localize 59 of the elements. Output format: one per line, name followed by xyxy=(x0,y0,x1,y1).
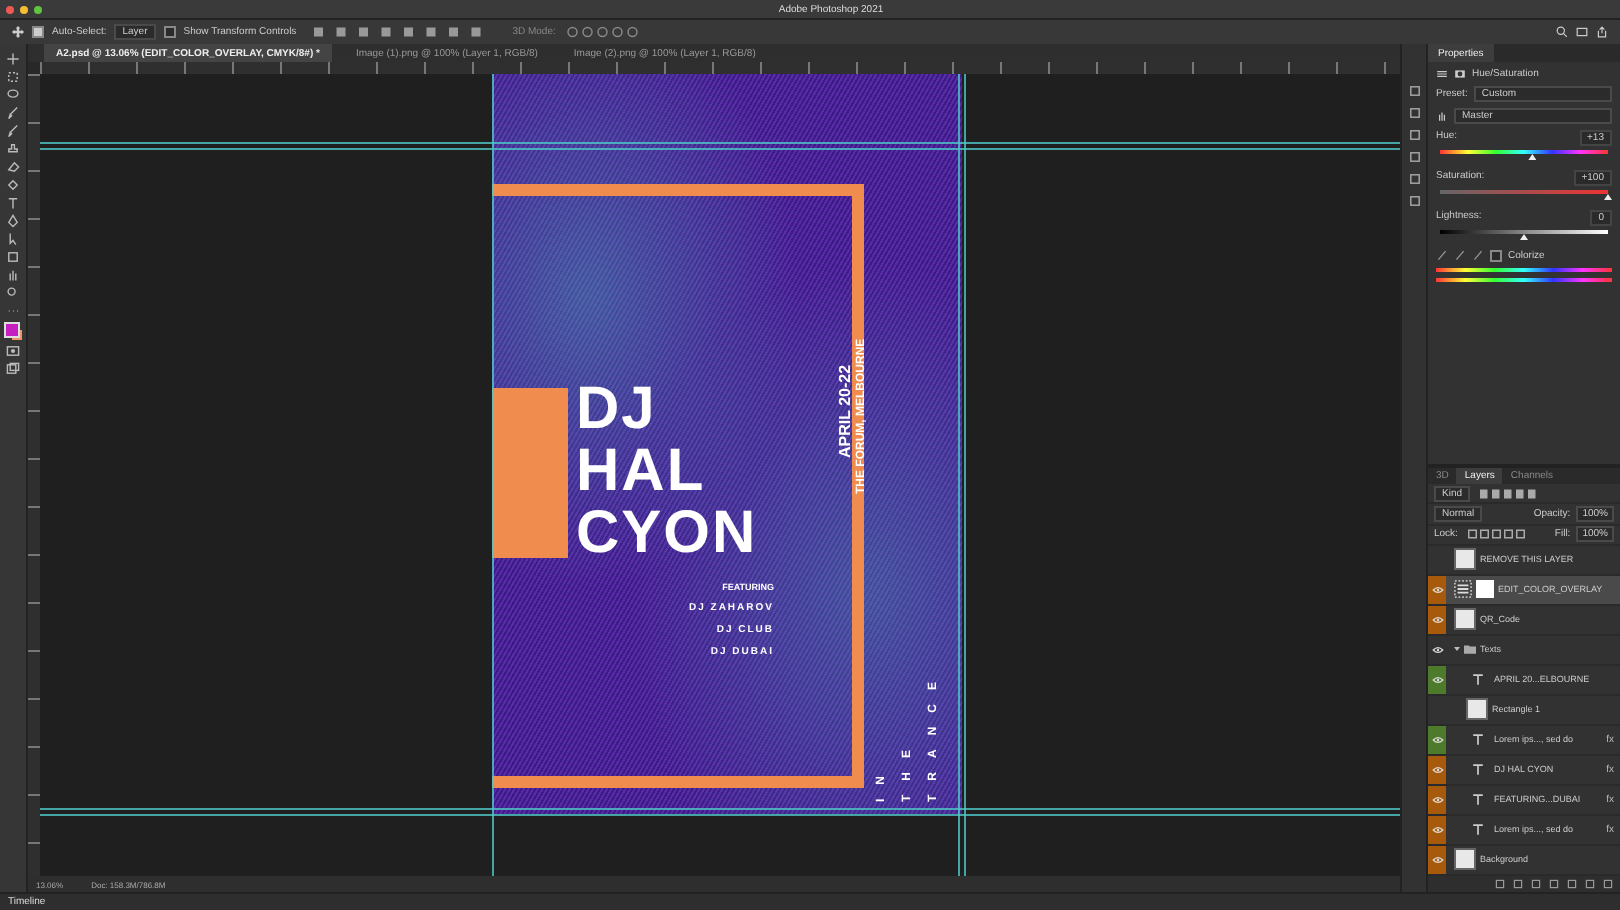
layer-color-label[interactable] xyxy=(1428,785,1446,814)
poster-title-line: CYON xyxy=(576,502,758,564)
quick-mask-icon[interactable] xyxy=(6,344,20,358)
eraser-tool-icon[interactable] xyxy=(6,160,20,174)
layer-color-label[interactable] xyxy=(1428,815,1446,844)
caret-icon[interactable] xyxy=(1454,646,1460,653)
eye-icon[interactable] xyxy=(1431,645,1443,654)
folder-icon xyxy=(1464,644,1476,655)
layer-color-label[interactable] xyxy=(1428,605,1446,634)
slider-thumb[interactable] xyxy=(1604,194,1612,200)
layer-thumbnail xyxy=(1466,698,1488,721)
color-swatches[interactable] xyxy=(4,322,22,340)
poster-title-line: DJ xyxy=(576,378,659,440)
zoom-tool-icon[interactable] xyxy=(6,286,20,300)
share-icon[interactable] xyxy=(1596,26,1608,38)
layer-color-label[interactable] xyxy=(1428,665,1446,694)
layer-thumbnail xyxy=(1454,608,1476,631)
poster-title-line: HAL xyxy=(576,440,708,502)
colorize-checkbox[interactable] xyxy=(1490,250,1502,262)
brush-tool-icon[interactable] xyxy=(6,124,20,138)
brush-tool-icon[interactable] xyxy=(6,106,20,120)
layer-thumbnail xyxy=(1454,848,1476,871)
transform-controls-checkbox[interactable] xyxy=(163,26,176,38)
layer-color-label[interactable] xyxy=(1428,755,1446,784)
layer-color-label[interactable] xyxy=(1428,845,1446,874)
event-date: APRIL 20-22 xyxy=(836,364,854,458)
pen-tool-icon[interactable] xyxy=(6,214,20,228)
text-layer-icon xyxy=(1472,673,1484,686)
search-icon[interactable] xyxy=(1556,26,1568,38)
adjustment-layer-icon xyxy=(1454,580,1472,599)
3d-mode-icons[interactable] xyxy=(563,26,644,38)
close-icon[interactable] xyxy=(6,5,14,13)
text-layer-icon xyxy=(1472,763,1484,776)
marquee-tool-icon[interactable] xyxy=(6,70,20,84)
move-icon[interactable] xyxy=(12,26,24,38)
bucket-tool-icon[interactable] xyxy=(6,178,20,192)
text-layer-icon xyxy=(1472,793,1484,806)
auto-select-checkbox[interactable] xyxy=(32,26,44,38)
maximize-icon[interactable] xyxy=(34,5,42,13)
screen-mode-icon[interactable] xyxy=(6,362,20,376)
layer-mask-thumbnail xyxy=(1476,580,1494,599)
rect-tool-icon[interactable] xyxy=(6,250,20,264)
mask-icon[interactable] xyxy=(1454,68,1466,80)
slider-track[interactable] xyxy=(1440,190,1608,200)
slider-thumb[interactable] xyxy=(1520,234,1528,240)
text-tool-icon[interactable] xyxy=(6,196,20,210)
workspace-icon[interactable] xyxy=(1576,26,1588,38)
move-tool-icon[interactable] xyxy=(6,52,20,66)
dots-tool-icon[interactable] xyxy=(6,304,20,318)
stamp-tool-icon[interactable] xyxy=(6,142,20,156)
minimize-icon[interactable] xyxy=(20,5,28,13)
adjustment-icon xyxy=(1436,68,1448,80)
layer-color-label[interactable] xyxy=(1428,725,1446,754)
layer-thumbnail xyxy=(1454,548,1476,571)
text-layer-icon xyxy=(1472,733,1484,746)
slider-thumb[interactable] xyxy=(1528,154,1537,160)
lasso-tool-icon[interactable] xyxy=(6,88,20,102)
layer-color-label[interactable] xyxy=(1428,575,1446,604)
text-layer-icon xyxy=(1472,823,1484,836)
